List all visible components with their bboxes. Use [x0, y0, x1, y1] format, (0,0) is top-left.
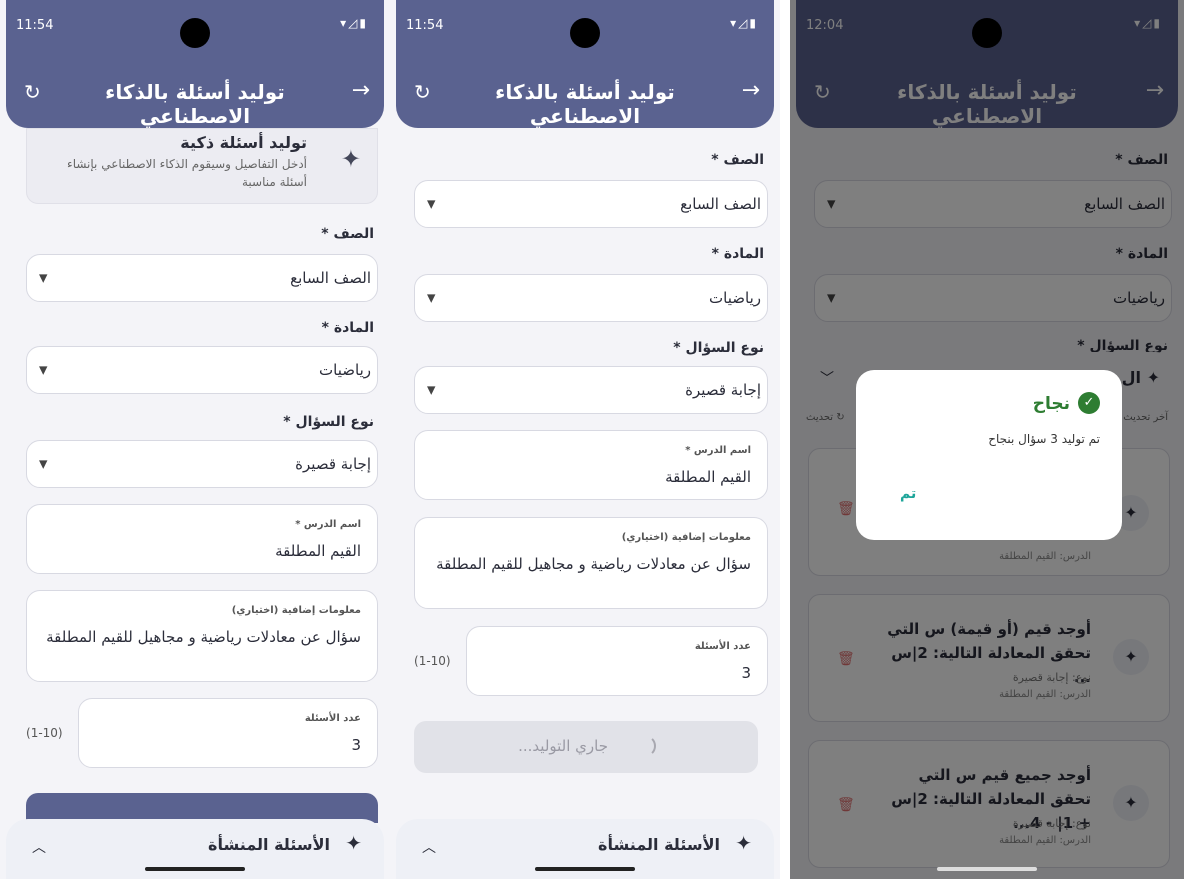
grade-dropdown[interactable]: الصف السابع ▼ [414, 180, 768, 228]
subject-label: المادة * [711, 246, 764, 262]
sparkle-icon: ✦ [340, 145, 361, 173]
generating-button: جاري التوليد... [414, 721, 758, 773]
count-field-value: 3 [741, 664, 751, 682]
back-arrow-icon[interactable]: → [352, 78, 370, 103]
generated-questions-bar[interactable]: ✦ الأسئلة المنشأة ︿ [6, 819, 384, 879]
caret-down-icon: ▼ [39, 271, 48, 285]
subject-dropdown[interactable]: رياضيات ▼ [414, 274, 768, 322]
info-title: توليد أسئلة ذكية [180, 133, 307, 152]
grade-dropdown[interactable]: الصف السابع ▼ [26, 254, 378, 302]
info-description: أدخل التفاصيل وسيقوم الذكاء الاصطناعي بإ… [67, 157, 307, 189]
grade-label: الصف * [321, 226, 374, 242]
sparkle-icon: ✦ [345, 831, 362, 855]
caret-down-icon: ▼ [39, 363, 48, 377]
form-content[interactable]: الصف * الصف السابع ▼ المادة * رياضيات ▼ … [390, 128, 780, 819]
count-range: (1-10) [414, 654, 451, 668]
status-time: 11:54 [406, 18, 444, 33]
generating-label: جاري التوليد... [518, 737, 608, 755]
home-indicator [937, 867, 1037, 871]
generated-questions-bar[interactable]: ✦ الأسئلة المنشأة ︿ [396, 819, 774, 879]
qtype-value: إجابة قصيرة [685, 381, 761, 399]
extra-field-label: معلومات إضافية (اختياري) [621, 532, 751, 543]
back-arrow-icon[interactable]: → [742, 78, 760, 103]
lesson-name-field[interactable]: اسم الدرس * القيم المطلقة [26, 504, 378, 574]
status-icons: ▾◿▮ [340, 16, 368, 30]
subject-dropdown[interactable]: رياضيات ▼ [26, 346, 378, 394]
subject-label: المادة * [321, 320, 374, 336]
generated-questions-title: الأسئلة المنشأة [598, 835, 720, 854]
camera-cutout [570, 18, 600, 48]
dialog-title: نجاح [1032, 394, 1070, 414]
extra-info-field[interactable]: معلومات إضافية (اختياري) سؤال عن معادلات… [26, 590, 378, 682]
sparkle-icon: ✦ [735, 831, 752, 855]
page-title: توليد أسئلة بالذكاء الاصطناعي [495, 80, 675, 128]
caret-down-icon: ▼ [427, 197, 436, 211]
lesson-name-field[interactable]: اسم الدرس * القيم المطلقة [414, 430, 768, 500]
lesson-field-label: اسم الدرس * [295, 519, 361, 530]
screen-generating: 11:54 ▾◿▮ ↻ توليد أسئلة بالذكاء الاصطناع… [390, 0, 780, 879]
chevron-up-icon[interactable]: ︿ [32, 837, 46, 857]
app-bar: 11:54 ▾◿▮ ↻ توليد أسئلة بالذكاء الاصطناع… [396, 0, 774, 128]
question-count-field[interactable]: عدد الأسئلة 3 [466, 626, 768, 696]
caret-down-icon: ▼ [427, 291, 436, 305]
form-content[interactable]: ✦ توليد أسئلة ذكية أدخل التفاصيل وسيقوم … [0, 128, 390, 823]
extra-field-label: معلومات إضافية (اختياري) [231, 605, 361, 616]
caret-down-icon: ▼ [427, 383, 436, 397]
qtype-label: نوع السؤال * [283, 414, 374, 430]
screen-form: 11:54 ▾◿▮ ↻ توليد أسئلة بالذكاء الاصطناع… [0, 0, 390, 879]
status-bar: 11:54 ▾◿▮ [396, 0, 774, 48]
check-circle-icon: ✓ [1078, 392, 1100, 414]
refresh-icon[interactable]: ↻ [414, 80, 431, 104]
loading-spinner-icon [634, 735, 656, 757]
qtype-label: نوع السؤال * [673, 340, 764, 356]
page-title: توليد أسئلة بالذكاء الاصطناعي [105, 80, 285, 128]
success-dialog: ✓ نجاح تم توليد 3 سؤال بنجاح تم [856, 370, 1122, 540]
count-field-label: عدد الأسئلة [304, 713, 361, 724]
refresh-icon[interactable]: ↻ [24, 80, 41, 104]
qtype-dropdown[interactable]: إجابة قصيرة ▼ [26, 440, 378, 488]
count-field-value: 3 [351, 736, 361, 754]
screen-success: 12:04 ▾◿▮ ↻ توليد أسئلة بالذكاء الاصطناع… [790, 0, 1184, 879]
caret-down-icon: ▼ [39, 457, 48, 471]
app-bar: 11:54 ▾◿▮ ↻ توليد أسئلة بالذكاء الاصطناع… [6, 0, 384, 128]
count-field-label: عدد الأسئلة [694, 641, 751, 652]
lesson-field-label: اسم الدرس * [685, 445, 751, 456]
extra-field-value: سؤال عن معادلات رياضية و مجاهيل للقيم ال… [46, 628, 361, 646]
lesson-field-value: القيم المطلقة [665, 468, 751, 486]
subject-value: رياضيات [319, 361, 371, 379]
status-bar: 11:54 ▾◿▮ [6, 0, 384, 48]
lesson-field-value: القيم المطلقة [275, 542, 361, 560]
chevron-up-icon[interactable]: ︿ [422, 837, 436, 857]
count-range: (1-10) [26, 726, 63, 740]
dialog-ok-button[interactable]: تم [900, 486, 916, 502]
status-icons: ▾◿▮ [730, 16, 758, 30]
extra-field-value: سؤال عن معادلات رياضية و مجاهيل للقيم ال… [436, 555, 751, 573]
grade-label: الصف * [711, 152, 764, 168]
home-indicator [145, 867, 245, 871]
qtype-dropdown[interactable]: إجابة قصيرة ▼ [414, 366, 768, 414]
dialog-message: تم توليد 3 سؤال بنجاح [988, 432, 1100, 446]
status-time: 11:54 [16, 18, 54, 33]
subject-value: رياضيات [709, 289, 761, 307]
extra-info-field[interactable]: معلومات إضافية (اختياري) سؤال عن معادلات… [414, 517, 768, 609]
grade-value: الصف السابع [680, 195, 761, 213]
generated-questions-title: الأسئلة المنشأة [208, 835, 330, 854]
qtype-value: إجابة قصيرة [295, 455, 371, 473]
info-card: ✦ توليد أسئلة ذكية أدخل التفاصيل وسيقوم … [26, 128, 378, 204]
grade-value: الصف السابع [290, 269, 371, 287]
camera-cutout [180, 18, 210, 48]
home-indicator [535, 867, 635, 871]
question-count-field[interactable]: عدد الأسئلة 3 [78, 698, 378, 768]
